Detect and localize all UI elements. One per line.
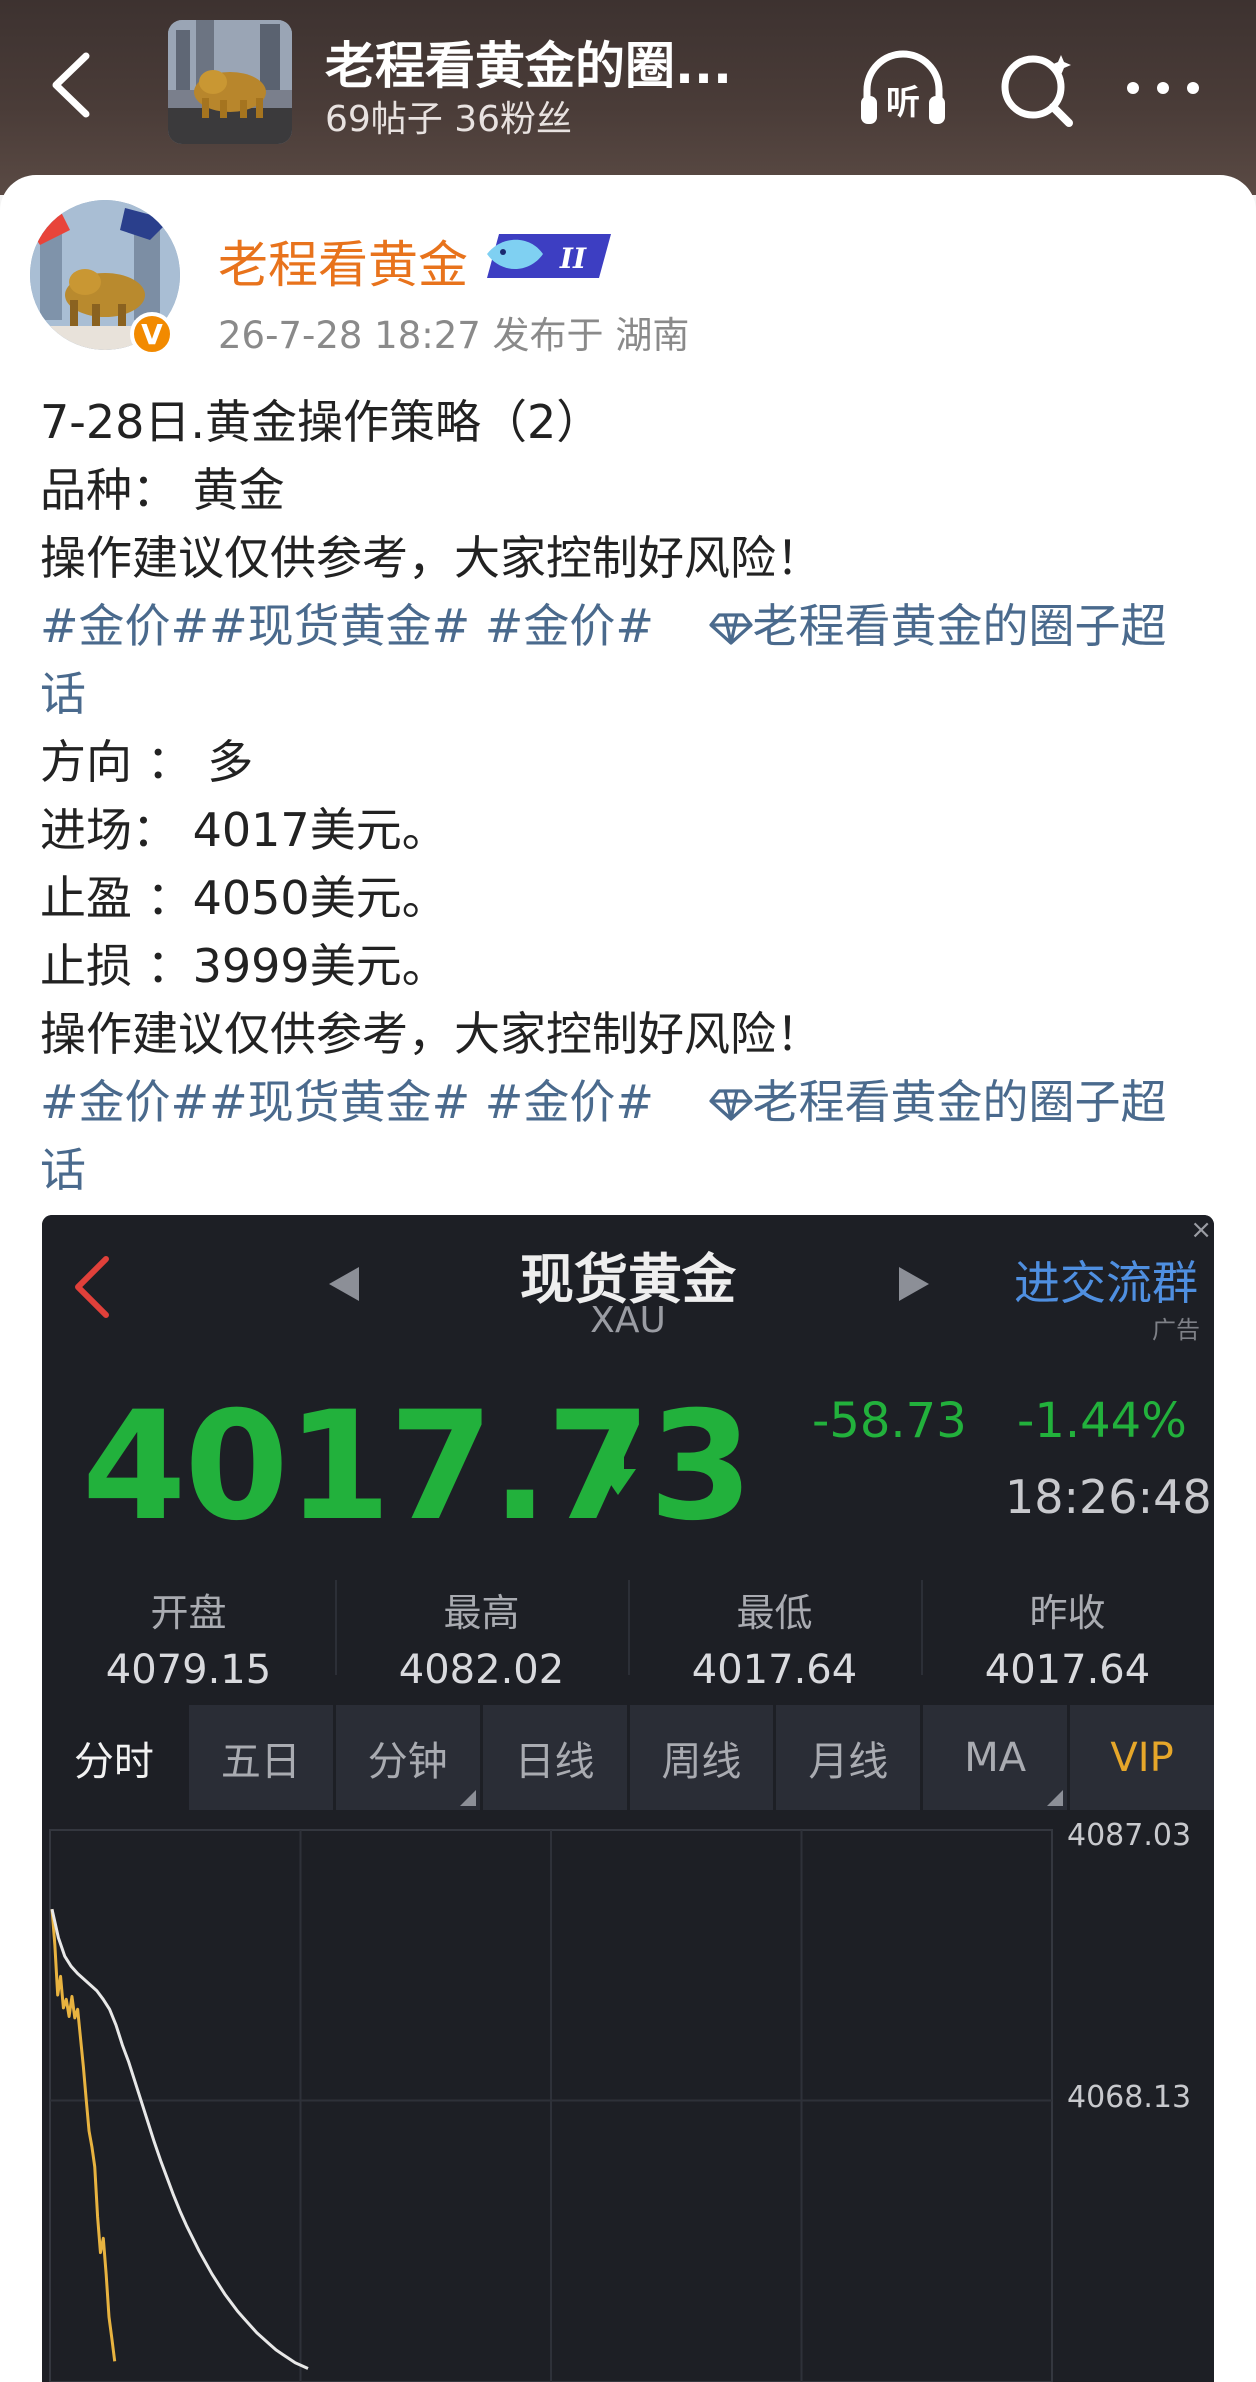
stat-value: 4079.15	[105, 1647, 272, 1693]
tab-ma: MA	[923, 1705, 1071, 1810]
author-name[interactable]: 老程看黄金	[218, 225, 468, 297]
stat-value: 4082.02	[398, 1647, 565, 1693]
stat-open: 开盘 4079.15	[42, 1560, 335, 1695]
price-change: -58.73	[812, 1393, 967, 1449]
more-icon[interactable]	[1115, 40, 1211, 136]
stat-high: 最高 4082.02	[335, 1560, 628, 1695]
supertopic-link[interactable]: 老程看黄金的圈子超	[708, 599, 1167, 653]
tab-label: 分钟	[367, 1738, 448, 1785]
diamond-icon	[708, 613, 753, 645]
stat-label: 昨收	[1029, 1591, 1106, 1635]
group-title[interactable]: 老程看黄金的圈...	[325, 26, 732, 98]
tab-label: MA	[964, 1734, 1027, 1781]
listen-headphones-icon[interactable]: 听	[855, 40, 951, 136]
post-line: 止损 ：3999美元。	[40, 939, 448, 993]
group-thumbnail[interactable]	[168, 20, 292, 144]
post-line: 品种： 黄金	[40, 463, 285, 517]
stat-label: 最高	[443, 1591, 520, 1635]
tab-monthly: 月线	[776, 1705, 924, 1810]
stat-value: 4017.64	[691, 1647, 858, 1693]
post-line: 操作建议仅供参考，大家控制好风险！	[40, 531, 822, 585]
stat-label: 开盘	[150, 1591, 227, 1635]
y-tick-label: 4068.13	[1067, 2080, 1192, 2116]
down-arrow-icon	[600, 1443, 636, 1499]
post-line: 操作建议仅供参考，大家控制好风险！	[40, 1007, 822, 1061]
stat-label: 最低	[736, 1591, 813, 1635]
dropdown-corner-icon	[1047, 1790, 1064, 1806]
intraday-chart-svg	[49, 1829, 1053, 2382]
supertopic-text: 老程看黄金的圈子超	[752, 1075, 1167, 1129]
verified-badge: V	[130, 312, 174, 356]
tab-daily: 日线	[483, 1705, 630, 1810]
quote-stats: 开盘 4079.15 最高 4082.02 最低 4017.64 昨收 4017…	[42, 1560, 1214, 1695]
ad-join-group: 进交流群	[1014, 1256, 1198, 1310]
top-bar: 老程看黄金的圈... 69帖子 36粉丝 听	[0, 0, 1256, 195]
topic-line: #金价##现货黄金# #金价# 老程看黄金的圈子超	[40, 592, 1220, 660]
y-tick-label: 4087.03	[1067, 1818, 1192, 1853]
group-stats: 69帖子 36粉丝	[325, 99, 573, 140]
supertopic-continued[interactable]: 话	[40, 660, 1220, 728]
post-line: 进场： 4017美元。	[40, 803, 448, 857]
post-line: 方向 ： 多	[40, 735, 254, 789]
post-image-quote-screenshot[interactable]: 现货黄金 XAU 进交流群 广告 × 4017.73 -58.73 -1.44%…	[42, 1215, 1214, 2382]
tab-intraday: 分时	[42, 1705, 189, 1810]
tab-weekly: 周线	[630, 1705, 777, 1810]
stat-value: 4017.64	[984, 1647, 1151, 1693]
fan-level-badge[interactable]: II	[485, 230, 615, 282]
post-line: 7-28日.黄金操作策略（2）	[40, 395, 603, 449]
listen-label: 听	[886, 83, 920, 123]
quote-time: 18:26:48	[1005, 1470, 1212, 1524]
search-icon[interactable]	[990, 40, 1086, 136]
back-chevron-icon[interactable]	[40, 45, 100, 125]
hashtag-links[interactable]: #金价##现货黄金# #金价#	[40, 599, 654, 653]
intraday-chart: 4087.03 4068.13	[42, 1810, 1214, 2382]
topic-line: #金价##现货黄金# #金价# 老程看黄金的圈子超	[40, 1068, 1220, 1136]
period-tabs: 分时 五日 分钟 日线 周线 月线 MA VIP	[42, 1705, 1214, 1810]
current-price: 4017.73	[82, 1380, 753, 1554]
diamond-icon	[708, 1089, 753, 1121]
ad-close-icon: ×	[1190, 1215, 1212, 1245]
supertopic-continued[interactable]: 话	[40, 1136, 1220, 1204]
ad-label: 广告	[1152, 1316, 1200, 1344]
tab-minute: 分钟	[336, 1705, 483, 1810]
dropdown-corner-icon	[459, 1790, 476, 1806]
quote-header: 现货黄金 XAU 进交流群 广告 ×	[42, 1215, 1214, 1355]
supertopic-text: 老程看黄金的圈子超	[752, 599, 1167, 653]
stat-low: 最低 4017.64	[628, 1560, 921, 1695]
post-meta: 26-7-28 18:27 发布于 湖南	[218, 314, 690, 357]
supertopic-link[interactable]: 老程看黄金的圈子超	[708, 1075, 1167, 1129]
price-change-percent: -1.44%	[1017, 1393, 1187, 1449]
post-line: 止盈 ：4050美元。	[40, 871, 448, 925]
level-badge-text: II	[559, 242, 587, 275]
post-body: 7-28日.黄金操作策略（2） 品种： 黄金 操作建议仅供参考，大家控制好风险！…	[40, 388, 1220, 1204]
stat-prev-close: 昨收 4017.64	[921, 1560, 1214, 1695]
hashtag-links[interactable]: #金价##现货黄金# #金价#	[40, 1075, 654, 1129]
tab-vip: VIP	[1110, 1734, 1174, 1781]
tab-five-day: 五日	[189, 1705, 336, 1810]
next-triangle-icon	[897, 1265, 931, 1307]
